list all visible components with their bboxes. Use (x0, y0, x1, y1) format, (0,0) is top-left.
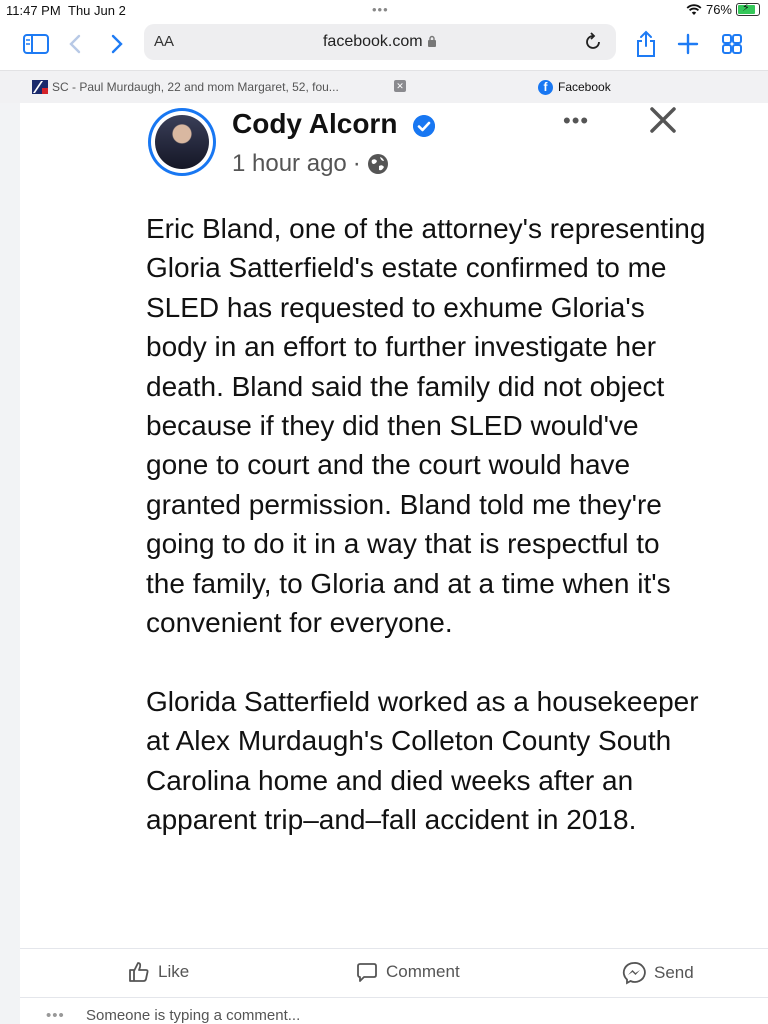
post-meta: 1 hour ago · (232, 150, 389, 178)
like-button[interactable]: Like (128, 961, 189, 983)
forward-icon[interactable] (106, 30, 126, 58)
send-label: Send (654, 963, 694, 982)
tab-title: Facebook (558, 80, 611, 94)
facebook-favicon-icon: f (538, 79, 553, 95)
url-text[interactable]: facebook.com (144, 33, 616, 51)
close-tab-icon[interactable]: ✕ (394, 80, 406, 92)
post-actions-bar: Like Comment Send (20, 948, 768, 998)
sidebar-icon[interactable] (22, 30, 50, 58)
new-tab-icon[interactable] (676, 30, 700, 58)
url-domain: facebook.com (322, 33, 423, 50)
battery-percent: 76% (705, 2, 732, 17)
send-button[interactable]: Send (622, 961, 694, 985)
address-bar[interactable]: AA facebook.com (144, 24, 616, 60)
reload-icon[interactable] (582, 30, 604, 54)
like-label: Like (158, 962, 190, 981)
back-icon[interactable] (66, 30, 86, 58)
tab-news[interactable]: SC - Paul Murdaugh, 22 and mom Margaret,… (32, 71, 392, 103)
comment-button[interactable]: Comment (356, 961, 460, 983)
more-options-button[interactable]: ••• (563, 108, 589, 134)
typing-text: Someone is typing a comment... (86, 1007, 301, 1024)
post-paragraph: Eric Bland, one of the attorney's repres… (146, 213, 706, 639)
tabs-bar: SC - Paul Murdaugh, 22 and mom Margaret,… (0, 70, 768, 103)
comment-label: Comment (386, 962, 460, 981)
typing-dots-icon: ••• (46, 1007, 65, 1024)
thumbs-up-icon (129, 962, 149, 982)
share-icon[interactable] (634, 30, 658, 58)
status-bar: 11:47 PM Thu Jun 2 ••• 76% ⚡ (0, 0, 768, 22)
left-rail (0, 103, 20, 1024)
messenger-icon (622, 962, 646, 985)
tab-title: SC - Paul Murdaugh, 22 and mom Margaret,… (52, 80, 339, 94)
multitasking-dots-icon[interactable]: ••• (372, 2, 389, 17)
status-time: 11:47 PM (6, 3, 61, 18)
close-icon[interactable] (648, 105, 678, 135)
author-name[interactable]: Cody Alcorn (232, 108, 397, 140)
comment-icon (357, 963, 377, 982)
post-body: Eric Bland, one of the attorney's repres… (146, 209, 706, 839)
typing-indicator: ••• Someone is typing a comment... (0, 1004, 768, 1024)
lock-icon (428, 35, 437, 47)
battery-icon: ⚡ (736, 2, 760, 16)
status-date: Thu Jun 2 (68, 3, 126, 18)
news-favicon-icon (32, 80, 48, 94)
post-time[interactable]: 1 hour ago (232, 150, 347, 178)
globe-icon[interactable] (367, 153, 389, 175)
verified-badge-icon (413, 115, 435, 137)
post-paragraph: Glorida Satterfield worked as a housekee… (146, 685, 699, 836)
tab-facebook[interactable]: f Facebook (538, 71, 611, 103)
avatar[interactable] (148, 108, 216, 176)
tab-overview-icon[interactable] (720, 30, 744, 58)
wifi-icon (686, 3, 702, 15)
status-right: 76% ⚡ (686, 2, 760, 17)
avatar-photo (155, 115, 209, 169)
meta-separator: · (352, 150, 361, 177)
